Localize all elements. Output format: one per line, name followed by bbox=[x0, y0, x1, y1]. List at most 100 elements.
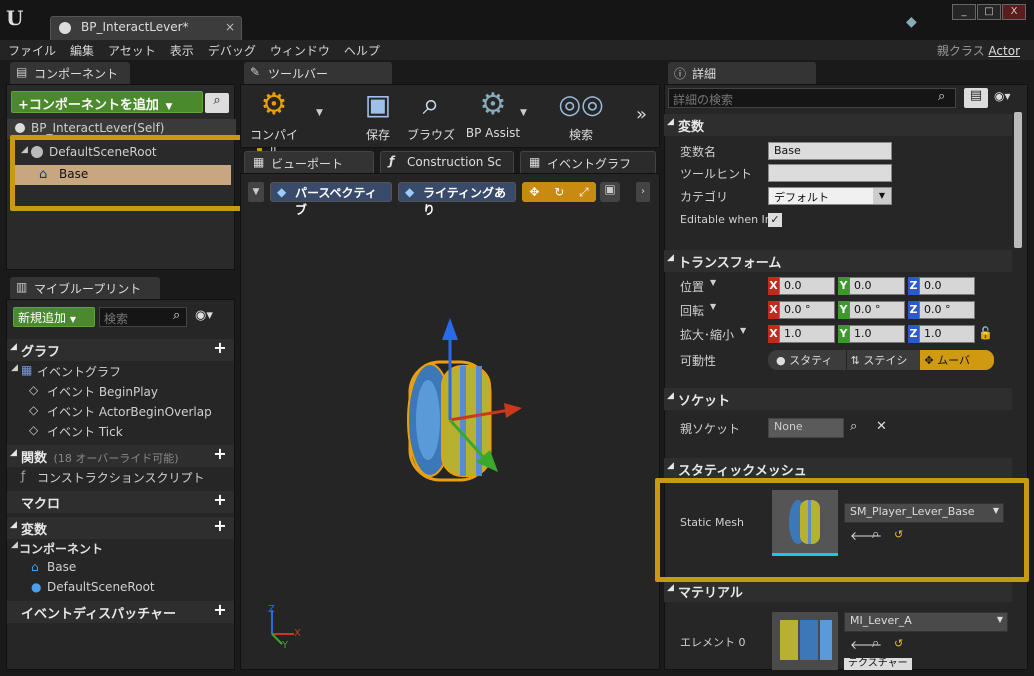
parent-socket-field[interactable]: None bbox=[768, 418, 844, 438]
details-scrollbar[interactable] bbox=[1014, 112, 1022, 248]
mobility-static[interactable]: ● スタティ bbox=[768, 350, 846, 370]
event-item[interactable]: イベント ActorBeginOverlap bbox=[47, 403, 212, 420]
find-button[interactable]: ◎◎ 検索 bbox=[556, 84, 606, 143]
close-button[interactable]: X bbox=[1002, 4, 1026, 20]
scale-z-field[interactable]: 1.0 bbox=[919, 325, 975, 343]
search-icon[interactable]: ⌕ bbox=[938, 89, 945, 104]
menu-debug[interactable]: デバッグ bbox=[208, 42, 256, 59]
menu-help[interactable]: ヘルプ bbox=[344, 42, 380, 59]
chevron-down-icon[interactable]: ▼ bbox=[740, 326, 746, 335]
add-new-button[interactable]: 新規追加 ▼ bbox=[13, 307, 95, 327]
tab-details[interactable]: ⓘ 詳細 bbox=[668, 62, 816, 84]
category-dropdown[interactable]: デフォルト ▼ bbox=[768, 187, 892, 205]
material-thumbnail[interactable] bbox=[772, 612, 838, 670]
add-dispatcher-icon[interactable]: + bbox=[212, 602, 228, 619]
tab-toolbar[interactable]: ✎ ツールバー bbox=[244, 62, 392, 84]
scale-icon[interactable]: ⤢ bbox=[579, 185, 589, 200]
rotation-z-field[interactable]: 0.0 ° bbox=[919, 301, 975, 319]
location-x-field[interactable]: 0.0 bbox=[779, 277, 835, 295]
section-transform[interactable]: ◢ トランスフォーム bbox=[664, 250, 1012, 272]
scale-x-field[interactable]: 1.0 bbox=[779, 325, 835, 343]
tooltip-field[interactable] bbox=[768, 164, 892, 182]
bp-assist-button[interactable]: ⚙ BP Assist bbox=[462, 84, 524, 140]
construction-script-item[interactable]: コンストラクションスクリプト bbox=[37, 469, 205, 486]
event-item[interactable]: イベント Tick bbox=[47, 423, 123, 440]
compile-button[interactable]: ⚙ コンパイル bbox=[246, 84, 302, 160]
source-control-icon[interactable]: ◆ bbox=[906, 14, 924, 30]
texture-button[interactable]: テクスチャー bbox=[844, 658, 912, 670]
variable-name-field[interactable]: Base bbox=[768, 142, 892, 160]
tab-components[interactable]: ▤ コンポーネント bbox=[10, 62, 130, 84]
section-material[interactable]: ◢ マテリアル bbox=[664, 580, 1012, 602]
event-graph-item[interactable]: イベントグラフ bbox=[37, 363, 121, 380]
save-button[interactable]: ▣ 保存 bbox=[356, 84, 400, 143]
chevron-down-icon[interactable]: ▼ bbox=[316, 108, 323, 118]
menu-view[interactable]: 表示 bbox=[170, 42, 194, 59]
rotate-icon[interactable]: ↻ bbox=[554, 185, 564, 199]
section-dispatchers[interactable]: イベントディスパッチャー + bbox=[7, 601, 234, 623]
section-graph[interactable]: ◢ グラフ + bbox=[7, 339, 234, 361]
details-search-input[interactable]: 詳細の検索 bbox=[668, 88, 956, 108]
material-dropdown[interactable]: MI_Lever_A ▼ bbox=[844, 612, 1008, 632]
add-macro-icon[interactable]: + bbox=[212, 492, 228, 509]
reset-icon[interactable]: ↺ bbox=[894, 637, 903, 650]
search-icon[interactable]: ⌕ bbox=[850, 419, 857, 434]
eye-icon[interactable]: ◉▾ bbox=[994, 89, 1011, 103]
eye-icon[interactable]: ◉▾ bbox=[195, 308, 213, 323]
section-functions[interactable]: ◢ 関数 (18 オーバーライド可能) + bbox=[7, 445, 234, 467]
components-category[interactable]: コンポーネント bbox=[19, 540, 103, 557]
overflow-chevron-icon[interactable]: » bbox=[636, 104, 647, 125]
collapse-triangle-icon[interactable]: ◢ bbox=[11, 363, 18, 373]
section-variable[interactable]: ◢ 変数 bbox=[664, 114, 1012, 136]
add-graph-icon[interactable]: + bbox=[212, 340, 228, 357]
mobility-movable[interactable]: ✥ ムーバ bbox=[920, 350, 994, 370]
section-socket[interactable]: ◢ ソケット bbox=[664, 388, 1012, 410]
menu-edit[interactable]: 編集 bbox=[70, 42, 94, 59]
menu-window[interactable]: ウィンドウ bbox=[270, 42, 330, 59]
viewport-options-button[interactable]: ▼ bbox=[248, 182, 264, 202]
add-component-button[interactable]: +コンポーネントを追加 ▼ bbox=[11, 91, 203, 113]
close-icon[interactable]: × bbox=[225, 20, 235, 34]
tab-viewport[interactable]: ▦ ビューポート bbox=[244, 151, 374, 173]
chevron-down-icon[interactable]: ▼ bbox=[710, 302, 716, 311]
viewport-overflow-button[interactable]: › bbox=[636, 182, 650, 202]
lighting-button[interactable]: ◆ ライティングあり bbox=[398, 182, 516, 217]
chevron-down-icon[interactable]: ▼ bbox=[520, 108, 527, 118]
editable-checkbox[interactable]: ✓ bbox=[768, 213, 782, 227]
search-icon[interactable]: ⌕ bbox=[872, 636, 879, 651]
menu-file[interactable]: ファイル bbox=[8, 42, 56, 59]
document-tab[interactable]: BP_InteractLever* × bbox=[50, 16, 242, 40]
rotation-y-field[interactable]: 0.0 ° bbox=[849, 301, 905, 319]
tab-my-blueprint[interactable]: ▥ マイブループリント bbox=[10, 277, 160, 299]
browse-button[interactable]: ⌕ ブラウズ bbox=[406, 84, 456, 143]
section-variables[interactable]: ◢ 変数 + bbox=[7, 517, 234, 539]
location-y-field[interactable]: 0.0 bbox=[849, 277, 905, 295]
property-matrix-icon[interactable]: ▤ bbox=[964, 88, 988, 108]
search-icon[interactable]: ⌕ bbox=[173, 308, 180, 323]
add-function-icon[interactable]: + bbox=[212, 446, 228, 463]
maximize-button[interactable]: □ bbox=[977, 4, 1001, 20]
parent-class-link[interactable]: Actor bbox=[988, 44, 1020, 58]
move-icon[interactable]: ✥ bbox=[529, 185, 539, 199]
rotation-x-field[interactable]: 0.0 ° bbox=[779, 301, 835, 319]
event-item[interactable]: イベント BeginPlay bbox=[47, 383, 158, 400]
lever-base-mesh[interactable] bbox=[380, 300, 540, 500]
add-variable-icon[interactable]: + bbox=[212, 518, 228, 535]
component-variable-item[interactable]: Base bbox=[47, 560, 76, 574]
location-z-field[interactable]: 0.0 bbox=[919, 277, 975, 295]
tab-construction-script[interactable]: ƒ Construction Sc bbox=[380, 151, 514, 173]
clear-icon[interactable]: ✕ bbox=[876, 419, 887, 434]
collapse-triangle-icon[interactable]: ◢ bbox=[11, 540, 18, 550]
mobility-stationary[interactable]: ⇅ ステイシ bbox=[845, 350, 921, 370]
menu-asset[interactable]: アセット bbox=[108, 42, 156, 59]
chevron-down-icon[interactable]: ▼ bbox=[710, 278, 716, 287]
scale-y-field[interactable]: 1.0 bbox=[849, 325, 905, 343]
section-macros[interactable]: マクロ + bbox=[7, 491, 234, 513]
component-variable-item[interactable]: DefaultSceneRoot bbox=[47, 580, 155, 594]
minimize-button[interactable]: _ bbox=[952, 4, 976, 20]
tab-event-graph[interactable]: ▦ イベントグラフ bbox=[520, 151, 656, 173]
lock-icon[interactable]: 🔓 bbox=[978, 326, 993, 340]
search-icon[interactable]: ⌕ bbox=[205, 93, 229, 113]
camera-speed-icon[interactable]: ▣ bbox=[600, 182, 620, 202]
section-static-mesh[interactable]: ◢ スタティックメッシュ bbox=[664, 458, 1012, 480]
